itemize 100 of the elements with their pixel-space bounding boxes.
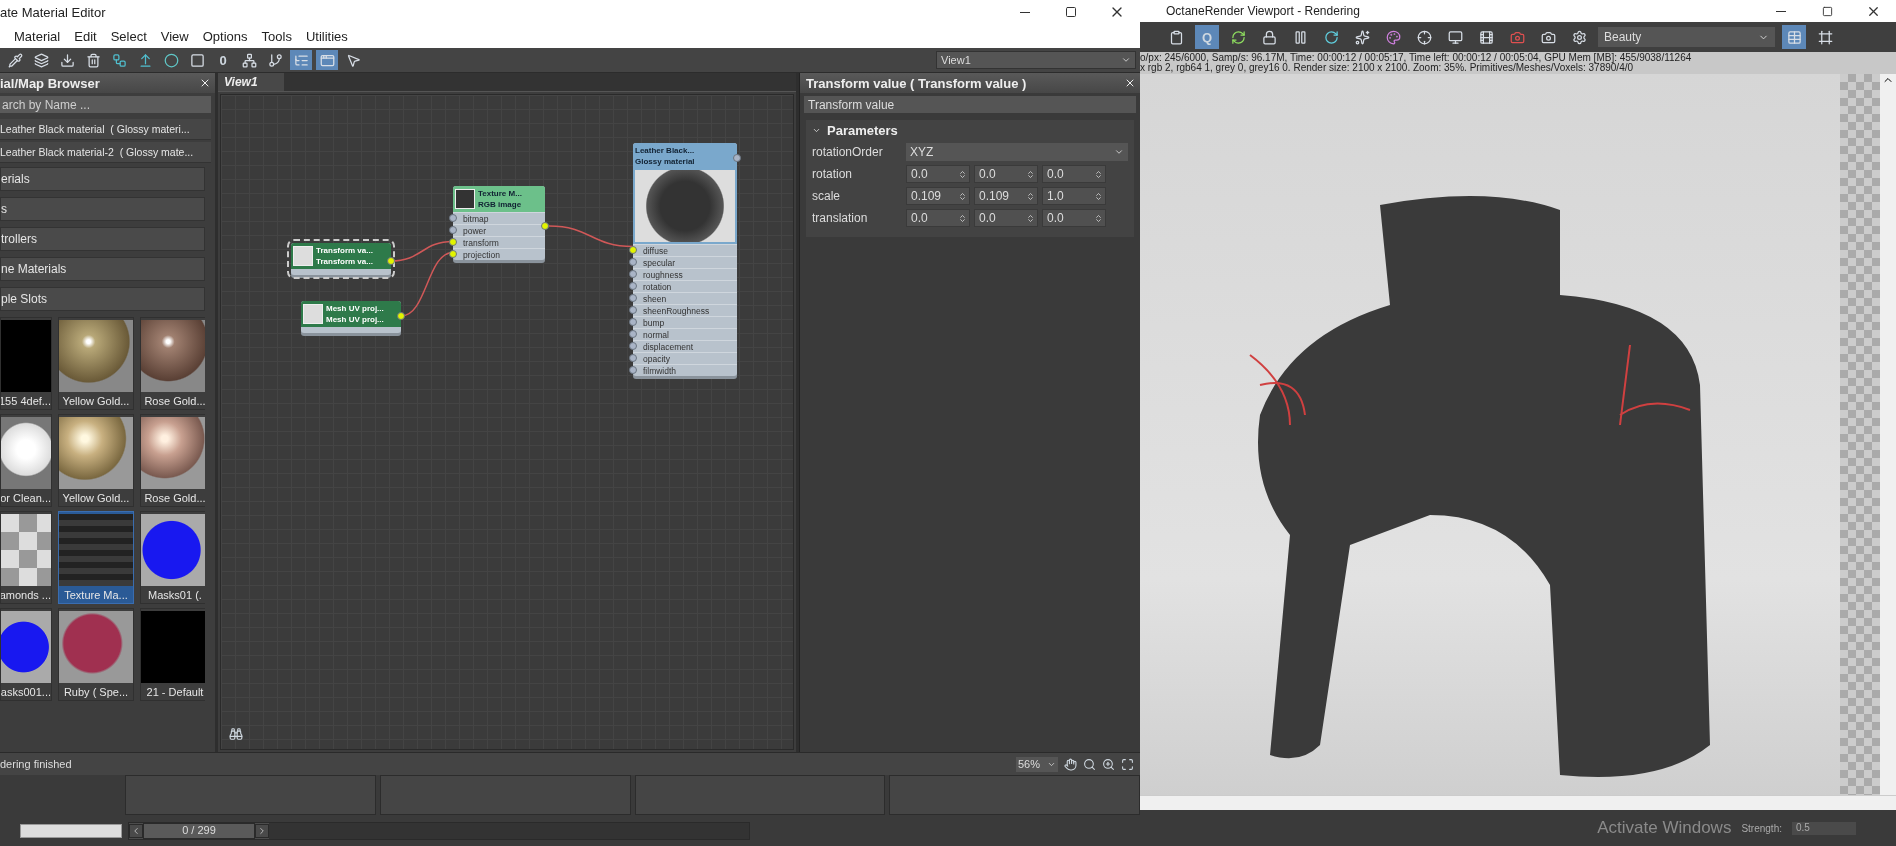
rollout-header[interactable]: Parameters: [806, 120, 904, 141]
port-dot[interactable]: [629, 330, 637, 338]
next-button[interactable]: [255, 823, 269, 838]
material-slot[interactable]: Rose Gold...: [140, 317, 205, 410]
port-dot[interactable]: [629, 270, 637, 278]
menu-item[interactable]: Tools: [255, 26, 298, 46]
material-slot[interactable]: 21 - Default: [140, 608, 205, 701]
view-dropdown[interactable]: View1: [936, 51, 1136, 69]
spinner-field[interactable]: 0.0: [1042, 209, 1106, 227]
maximize-icon[interactable]: [1121, 757, 1134, 771]
port-dot[interactable]: [629, 366, 637, 374]
spinner-arrows-icon[interactable]: [1026, 191, 1035, 201]
spinner-arrows-icon[interactable]: [1094, 191, 1103, 201]
port-dot[interactable]: [629, 258, 637, 266]
spinner-arrows-icon[interactable]: [958, 191, 967, 201]
port-dot[interactable]: [733, 154, 741, 162]
close-icon[interactable]: [199, 77, 211, 89]
flowchart-icon: [111, 52, 127, 68]
port-dot[interactable]: [629, 318, 637, 326]
material-slot[interactable]: Ruby ( Spe...: [58, 608, 134, 701]
spinner-arrows-icon[interactable]: [1094, 169, 1103, 179]
download-icon: [59, 52, 75, 68]
spinner-arrows-icon[interactable]: [958, 213, 967, 223]
dropdown[interactable]: XYZ: [906, 143, 1128, 161]
zoom-dropdown[interactable]: 56%: [1016, 756, 1058, 772]
material-slot[interactable]: amonds ...: [0, 511, 52, 604]
name-field[interactable]: Transform value: [804, 96, 1136, 113]
render-stats: o/px: 245/6000, Samp/s: 96.17M, Time: 00:00:12 / 00:05:17, Time left: 00:00:12 / 00:05:04, GPU Mem [MB]: 455/9038/11264: [1140, 53, 1693, 63]
pass-dropdown[interactable]: Beauty: [1598, 27, 1775, 47]
material-slot[interactable]: or Clean...: [0, 414, 52, 507]
spinner-arrows-icon[interactable]: [958, 169, 967, 179]
port-dot[interactable]: [387, 257, 395, 265]
port-label: transform: [463, 237, 499, 248]
material-slot[interactable]: Texture Ma...: [58, 511, 134, 604]
previous-button[interactable]: [129, 823, 143, 838]
node-thumbnail-icon: [293, 246, 313, 266]
zoom-in-icon[interactable]: [1102, 757, 1115, 771]
port-dot[interactable]: [449, 238, 457, 246]
port-dot[interactable]: [449, 226, 457, 234]
port-label: bitmap: [463, 213, 489, 224]
pan-icon[interactable]: [1064, 757, 1077, 771]
browser-item[interactable]: Leather Black material ( Glossy materi...: [0, 119, 211, 140]
rollout-header[interactable]: trollers: [0, 227, 205, 251]
frame-counter: 0 / 299: [143, 822, 255, 839]
port-dot[interactable]: [449, 250, 457, 258]
spinner-field[interactable]: 0.0: [906, 209, 970, 227]
rotate-icon: [1323, 29, 1339, 45]
menu-item[interactable]: View: [154, 26, 195, 46]
search-icon[interactable]: [1083, 757, 1096, 771]
pipette-icon: [7, 52, 23, 68]
search-field[interactable]: arch by Name ...: [0, 96, 211, 113]
spinner-field[interactable]: 0.0: [906, 165, 970, 183]
material-slot[interactable]: asks001...: [0, 608, 52, 701]
panel-title: ial/Map Browser: [0, 75, 100, 91]
spinner-arrows-icon[interactable]: [1026, 169, 1035, 179]
port-dot[interactable]: [629, 342, 637, 350]
list-icon: [293, 52, 309, 68]
view-tab[interactable]: View1: [218, 73, 284, 91]
menu-item[interactable]: Select: [104, 26, 153, 46]
spinner-arrows-icon[interactable]: [1026, 213, 1035, 223]
material-slot[interactable]: Yellow Gold...: [58, 414, 134, 507]
material-slot[interactable]: Rose Gold...: [140, 414, 205, 507]
port-dot[interactable]: [449, 214, 457, 222]
strength-field[interactable]: 0.5: [1792, 821, 1856, 835]
menu-item[interactable]: Edit: [68, 26, 103, 46]
slot-label: Texture Ma...: [64, 589, 128, 601]
spinner-arrows-icon[interactable]: [1094, 213, 1103, 223]
rollout-header[interactable]: ple Slots: [0, 287, 205, 311]
rollout-header[interactable]: s: [0, 197, 205, 221]
port-dot[interactable]: [541, 222, 549, 230]
spinner-field[interactable]: 0.0: [974, 209, 1038, 227]
port-dot[interactable]: [629, 306, 637, 314]
port-dot[interactable]: [629, 294, 637, 302]
lock-icon: [1261, 29, 1277, 45]
material-slot[interactable]: Yellow Gold...: [58, 317, 134, 410]
time-slider-thumb[interactable]: 0 / 299: [129, 822, 269, 839]
browser-item[interactable]: Leather Black material-2 ( Glossy mate...: [0, 142, 211, 163]
menu-item[interactable]: Utilities: [299, 26, 354, 46]
spinner-field[interactable]: 0.0: [1042, 165, 1106, 183]
port-dot[interactable]: [629, 282, 637, 290]
node-canvas[interactable]: [220, 94, 794, 750]
binoculars-icon[interactable]: [229, 727, 243, 741]
port-dot[interactable]: [397, 312, 405, 320]
spinner-field[interactable]: 0.0: [974, 165, 1038, 183]
close-icon[interactable]: [1124, 77, 1136, 89]
pointer-icon: [345, 52, 361, 68]
spinner-field[interactable]: 0.109: [906, 187, 970, 205]
material-slot[interactable]: Masks01 (.: [140, 511, 205, 604]
rollout-header[interactable]: ne Materials: [0, 257, 205, 281]
port-dot[interactable]: [629, 246, 637, 254]
port-label: normal: [643, 329, 669, 340]
menu-item[interactable]: Options: [196, 26, 254, 46]
toolbar-button[interactable]: 0: [212, 50, 234, 70]
slot-label: Ruby ( Spe...: [63, 686, 129, 698]
minimize-icon: [1020, 11, 1030, 13]
rollout-header[interactable]: erials: [0, 167, 205, 191]
port-dot[interactable]: [629, 354, 637, 362]
menu-item[interactable]: Material: [8, 26, 67, 46]
spinner-field[interactable]: 1.0: [1042, 187, 1106, 205]
spinner-field[interactable]: 0.109: [974, 187, 1038, 205]
